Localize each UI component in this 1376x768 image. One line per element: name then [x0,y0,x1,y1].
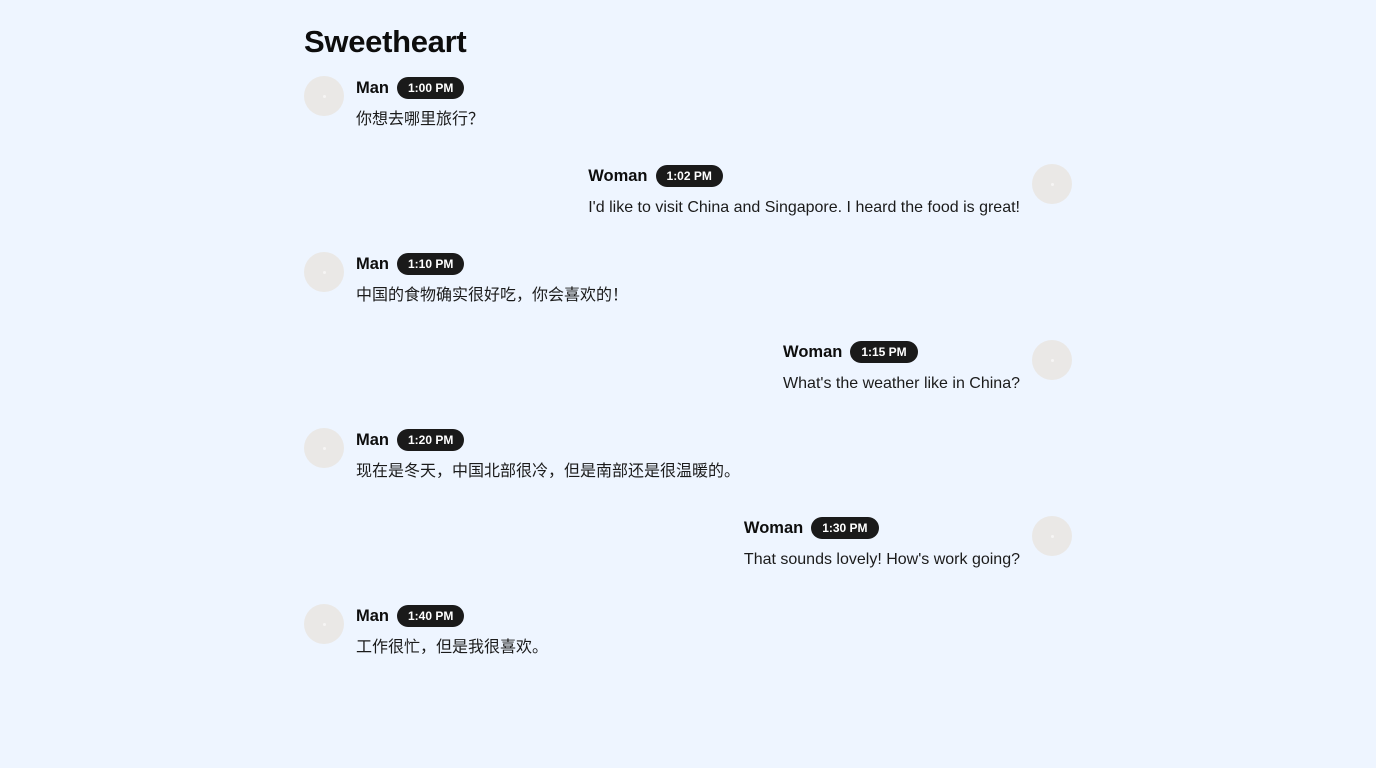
message-content: Woman 1:02 PM I'd like to visit China an… [588,164,1020,220]
avatar-dot [1050,534,1054,538]
message-meta: Man 1:40 PM [356,604,548,628]
message-text: I'd like to visit China and Singapore. I… [588,199,1020,216]
message-item: Woman 1:15 PM What's the weather like in… [352,340,1072,410]
chat-page: Sweetheart Man 1:00 PM 你想去哪里旅行？ Woman 1:… [0,0,1376,768]
message-content: Woman 1:15 PM What's the weather like in… [783,340,1020,396]
time-badge: 1:00 PM [397,77,465,99]
message-text: 现在是冬天，中国北部很冷，但是南部还是很温暖的。 [356,463,741,480]
message-content: Man 1:00 PM 你想去哪里旅行？ [356,76,484,132]
avatar-dot [1050,182,1054,186]
avatar-icon[interactable] [1032,164,1072,204]
avatar-icon[interactable] [1032,340,1072,380]
message-item: Woman 1:30 PM That sounds lovely! How's … [352,516,1072,586]
avatar-icon[interactable] [304,604,344,644]
sender-name: Woman [783,342,843,361]
message-item: Man 1:20 PM 现在是冬天，中国北部很冷，但是南部还是很温暖的。 [304,428,1024,498]
message-item: Man 1:00 PM 你想去哪里旅行？ [304,76,1024,146]
message-text: 工作很忙，但是我很喜欢。 [356,639,549,656]
time-badge: 1:10 PM [397,253,465,275]
sender-name: Man [356,430,389,449]
avatar-dot [322,446,326,450]
time-badge: 1:02 PM [655,165,723,187]
message-item: Man 1:10 PM 中国的食物确实很好吃，你会喜欢的！ [304,252,1024,322]
message-meta: Man 1:00 PM [356,76,484,100]
time-badge: 1:20 PM [397,429,465,451]
sender-name: Woman [743,518,804,537]
avatar-icon[interactable] [1032,516,1072,556]
time-badge: 1:30 PM [811,517,879,539]
message-item: Woman 1:02 PM I'd like to visit China an… [352,164,1072,234]
avatar-icon[interactable] [304,428,344,468]
message-content: Man 1:40 PM 工作很忙，但是我很喜欢。 [356,604,548,660]
time-badge: 1:15 PM [850,341,918,363]
message-text: That sounds lovely! How's work going? [743,551,1020,568]
message-meta: Woman 1:15 PM [783,340,1020,364]
sender-name: Man [356,606,389,625]
message-content: Man 1:10 PM 中国的食物确实很好吃，你会喜欢的！ [356,252,628,308]
message-meta: Man 1:10 PM [356,252,628,276]
avatar-dot [322,622,326,626]
message-meta: Woman 1:30 PM [744,516,1020,540]
avatar-icon[interactable] [304,252,344,292]
message-text: 中国的食物确实很好吃，你会喜欢的！ [356,287,629,304]
message-meta: Man 1:20 PM [356,428,740,452]
message-text: 你想去哪里旅行？ [356,111,485,128]
message-content: Woman 1:30 PM That sounds lovely! How's … [744,516,1020,572]
sender-name: Woman [588,166,648,185]
avatar-icon[interactable] [304,76,344,116]
message-item: Man 1:40 PM 工作很忙，但是我很喜欢。 [304,604,1024,674]
message-content: Man 1:20 PM 现在是冬天，中国北部很冷，但是南部还是很温暖的。 [356,428,740,484]
avatar-dot [322,94,326,98]
message-text: What's the weather like in China? [783,375,1020,392]
avatar-dot [1050,358,1054,362]
message-meta: Woman 1:02 PM [588,164,1020,188]
avatar-dot [322,270,326,274]
sender-name: Man [356,254,389,273]
page-title: Sweetheart [304,24,467,59]
sender-name: Man [356,78,389,97]
time-badge: 1:40 PM [397,605,465,627]
